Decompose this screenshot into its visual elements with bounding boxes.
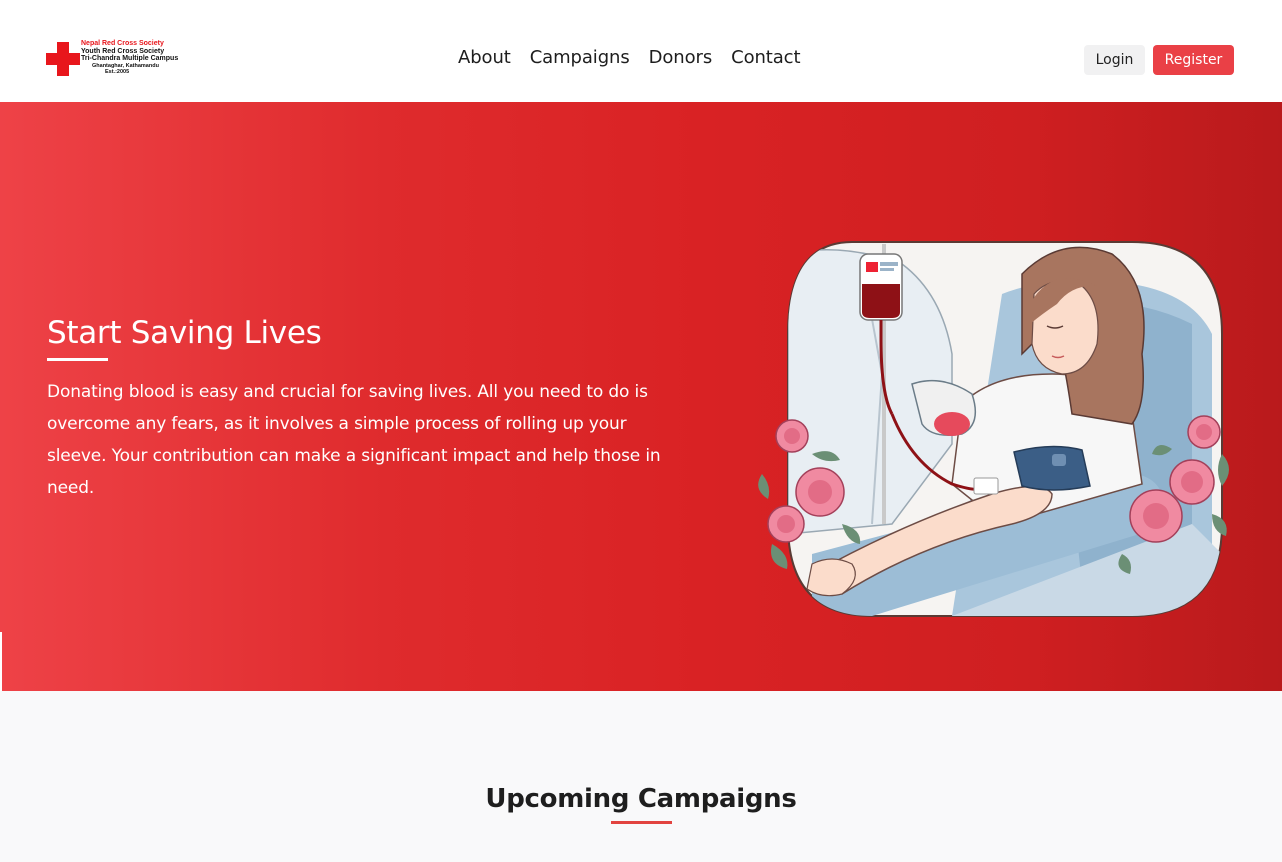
logo-text: Nepal Red Cross Society Youth Red Cross …	[81, 40, 191, 75]
main-nav: About Campaigns Donors Contact	[458, 47, 801, 68]
hero-section: Start Saving Lives Donating blood is eas…	[0, 102, 1282, 691]
campaigns-title-underline	[611, 821, 672, 824]
register-button[interactable]: Register	[1153, 45, 1234, 75]
nav-link-campaigns[interactable]: Campaigns	[530, 47, 630, 68]
logo-line-5: Est.:2005	[105, 68, 130, 75]
logo[interactable]: Nepal Red Cross Society Youth Red Cross …	[46, 40, 186, 80]
logo-line-3: Tri-Chandra Multiple Campus	[81, 55, 179, 63]
navbar: Nepal Red Cross Society Youth Red Cross …	[0, 0, 1282, 102]
hero-edge-mark	[0, 632, 2, 691]
hero-title: Start Saving Lives	[47, 315, 322, 351]
logo-line-2: Youth Red Cross Society	[81, 47, 165, 55]
blood-donation-illustration	[758, 241, 1229, 617]
nav-link-contact[interactable]: Contact	[731, 47, 800, 68]
red-cross-icon	[46, 42, 80, 76]
hero-description: Donating blood is easy and crucial for s…	[47, 382, 661, 498]
logo-line-1: Nepal Red Cross Society	[81, 40, 164, 47]
nav-link-donors[interactable]: Donors	[649, 47, 713, 68]
nav-link-about[interactable]: About	[458, 47, 511, 68]
hero-title-underline	[47, 358, 108, 361]
campaigns-section-title: Upcoming Campaigns	[485, 784, 797, 814]
login-button[interactable]: Login	[1084, 45, 1145, 75]
